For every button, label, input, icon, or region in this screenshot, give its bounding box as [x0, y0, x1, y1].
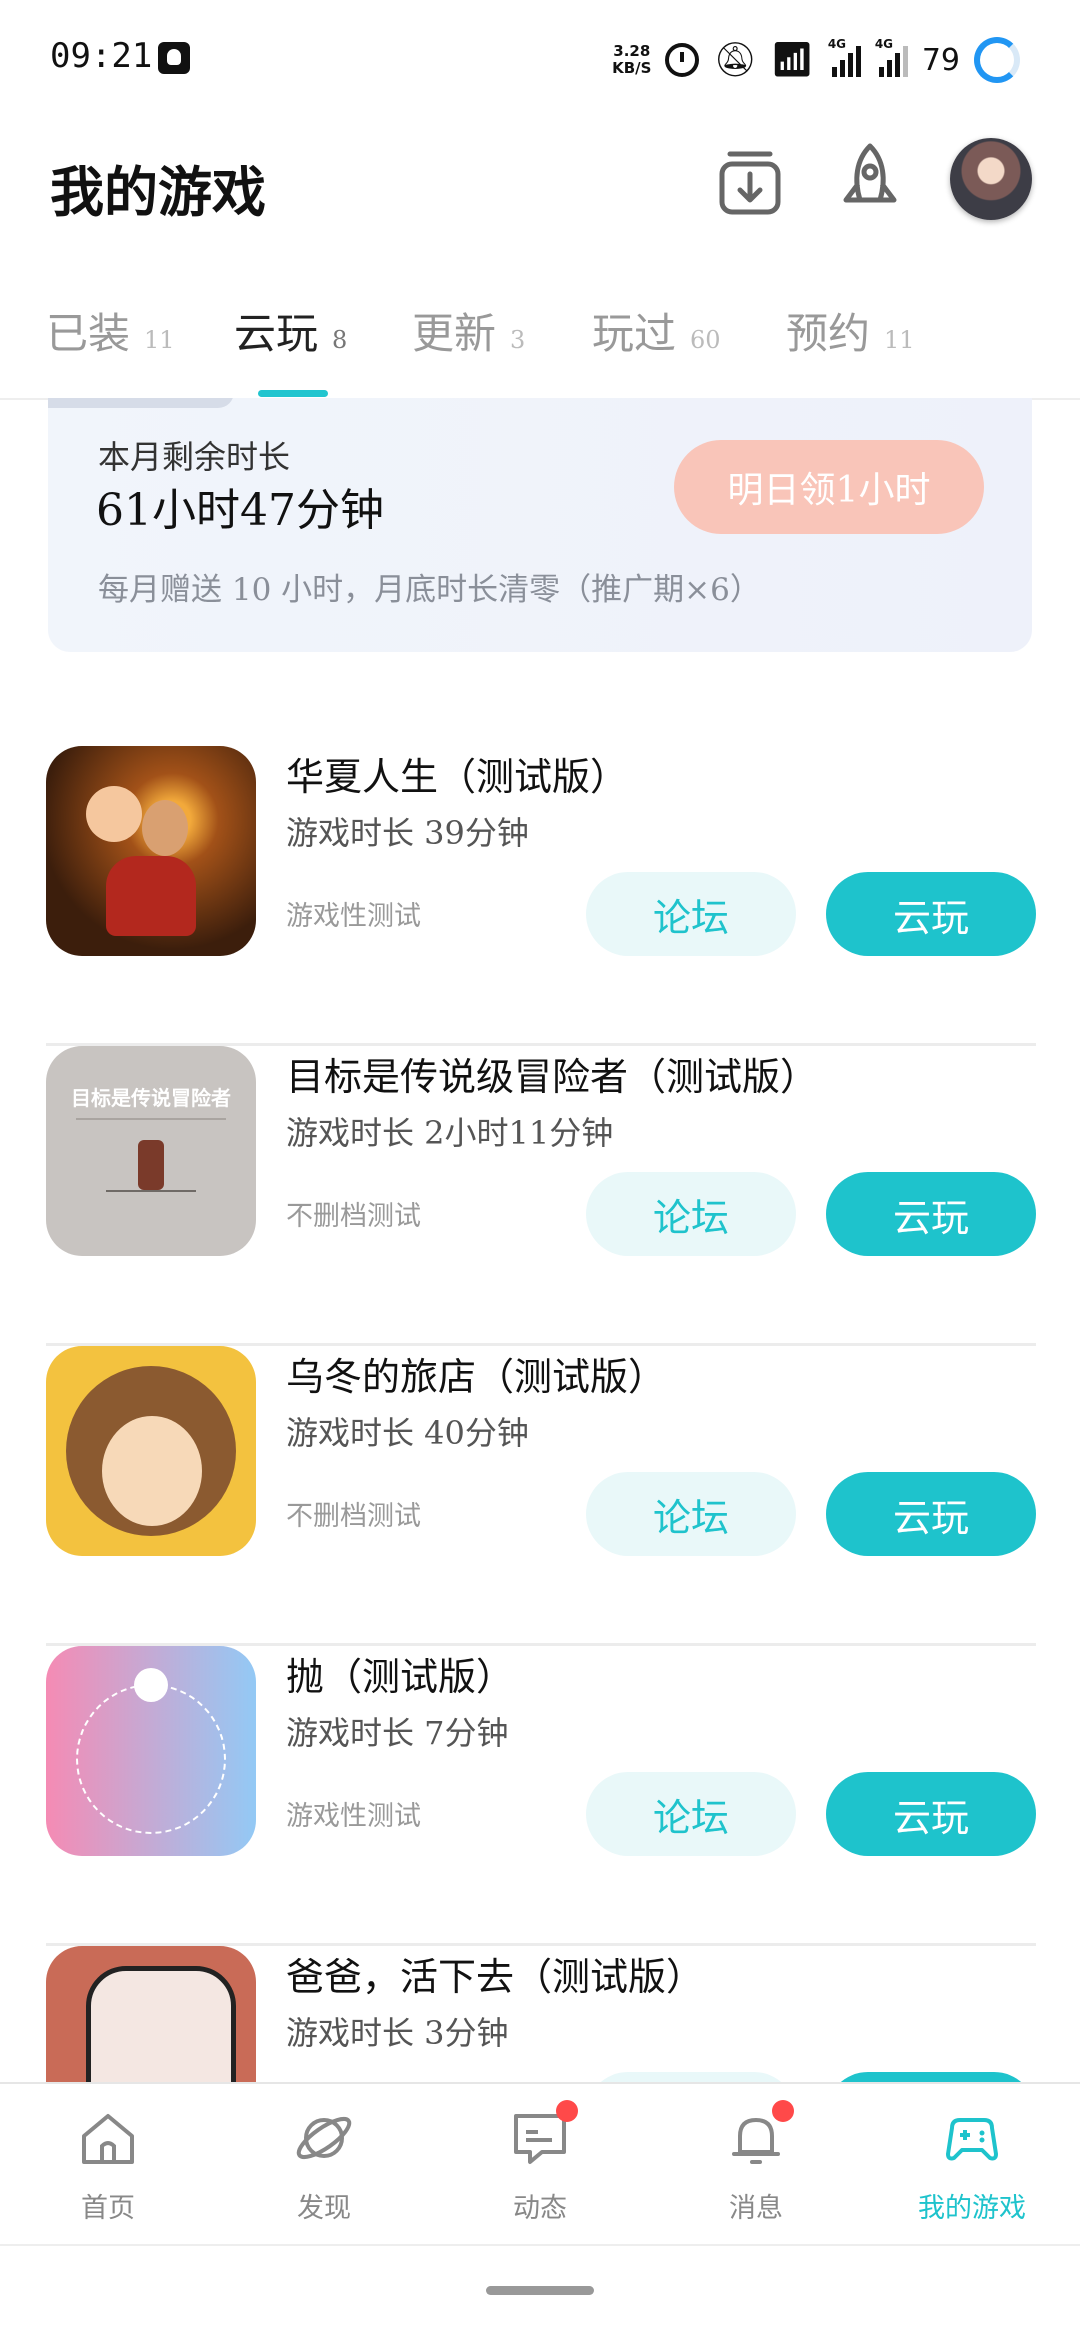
status-icons: 3.28 KB/S 🔕︎ 📶︎ 4G 4G 79	[612, 30, 1020, 90]
download-icon[interactable]	[710, 140, 790, 220]
nav-feed[interactable]: 动态	[460, 2100, 620, 2225]
network-speed-value: 3.28	[613, 42, 651, 60]
nav-my-games[interactable]: 我的游戏	[892, 2106, 1052, 2225]
tab-bar: 已装 11 云玩 8 更新 3 玩过 60 预约 11	[0, 290, 1080, 400]
signal-icon-2: 4G	[875, 37, 908, 77]
nav-home[interactable]: 首页	[28, 2106, 188, 2225]
tab-played[interactable]: 玩过 60	[592, 300, 721, 361]
tab-label: 预约	[786, 309, 871, 358]
game-list-item[interactable]: 乌冬的旅店（测试版） 游戏时长 40分钟 不删档测试 论坛 云玩	[46, 1346, 1036, 1646]
tab-count: 8	[332, 326, 348, 354]
card-badge	[48, 398, 234, 408]
cloud-play-button[interactable]: 云玩	[826, 872, 1036, 956]
game-list-item[interactable]: 目标是传说冒险者 目标是传说级冒险者（测试版） 游戏时长 2小时11分钟 不删档…	[46, 1046, 1036, 1346]
game-play-time: 游戏时长 7分钟	[286, 1714, 509, 1752]
mute-bell-icon: 🔕︎	[713, 40, 757, 80]
tab-label: 云玩	[234, 309, 319, 358]
tab-count: 11	[144, 326, 175, 354]
game-name: 乌冬的旅店（测试版）	[286, 1355, 667, 1399]
bottom-nav: 首页 发现 动态 消息 我的游戏	[0, 2082, 1080, 2246]
game-test-tag: 游戏性测试	[286, 1801, 421, 1832]
game-name: 抛（测试版）	[286, 1655, 515, 1699]
remaining-time-label: 本月剩余时长	[98, 438, 291, 476]
alarm-icon	[665, 43, 700, 77]
status-time: 09:21	[50, 36, 153, 76]
notification-dot	[772, 2100, 794, 2122]
game-name: 华夏人生（测试版）	[286, 755, 629, 799]
divider	[0, 2244, 1080, 2246]
forum-button[interactable]: 论坛	[586, 1472, 796, 1556]
tab-label: 更新	[412, 309, 497, 358]
tab-label: 玩过	[592, 309, 677, 358]
forum-button[interactable]: 论坛	[586, 872, 796, 956]
tab-count: 3	[510, 326, 526, 354]
battery-level: 79	[921, 42, 960, 78]
game-name: 爸爸，活下去（测试版）	[286, 1955, 705, 1999]
cloud-time-card: 本月剩余时长 61小时47分钟 明日领1小时 每月赠送 10 小时，月底时长清零…	[48, 398, 1032, 652]
avatar[interactable]	[950, 138, 1032, 220]
bell-icon	[724, 2100, 794, 2170]
forum-button[interactable]: 论坛	[586, 1172, 796, 1256]
tab-count: 11	[884, 326, 915, 354]
chat-icon	[508, 2100, 578, 2170]
home-indicator[interactable]	[486, 2286, 594, 2295]
nav-discover[interactable]: 发现	[244, 2106, 404, 2225]
claim-hour-button[interactable]: 明日领1小时	[674, 440, 984, 534]
game-list-item[interactable]: 华夏人生（测试版） 游戏时长 39分钟 游戏性测试 论坛 云玩	[46, 746, 1036, 1046]
wifi-icon: 📶︎	[770, 40, 814, 80]
nav-label: 我的游戏	[918, 2193, 1026, 2224]
game-list-item[interactable]: 抛（测试版） 游戏时长 7分钟 游戏性测试 论坛 云玩	[46, 1646, 1036, 1946]
page-title: 我的游戏	[50, 161, 266, 224]
nav-label: 发现	[297, 2193, 351, 2224]
tab-active-indicator	[258, 390, 328, 397]
cloud-play-button[interactable]: 云玩	[826, 1172, 1036, 1256]
gamepad-icon	[940, 2106, 1004, 2170]
notification-dot	[556, 2100, 578, 2122]
remaining-time-value: 61小时47分钟	[96, 485, 384, 536]
tab-installed[interactable]: 已装 11	[46, 300, 175, 361]
game-play-time: 游戏时长 3分钟	[286, 2014, 509, 2052]
tab-cloud-play[interactable]: 云玩 8	[234, 300, 347, 361]
network-speed: 3.28 KB/S	[612, 43, 651, 77]
tab-updates[interactable]: 更新 3	[412, 300, 525, 361]
quota-note: 每月赠送 10 小时，月底时长清零（推广期×6）	[98, 572, 761, 608]
network-speed-unit: KB/S	[612, 59, 652, 77]
tab-reserved[interactable]: 预约 11	[786, 300, 915, 361]
tab-count: 60	[690, 326, 721, 354]
game-name: 目标是传说级冒险者（测试版）	[286, 1055, 819, 1099]
cloud-play-button[interactable]: 云玩	[826, 1772, 1036, 1856]
game-icon[interactable]	[46, 1346, 256, 1556]
game-play-time: 游戏时长 2小时11分钟	[286, 1114, 614, 1152]
game-icon[interactable]: 目标是传说冒险者	[46, 1046, 256, 1256]
game-play-time: 游戏时长 39分钟	[286, 814, 529, 852]
signal-icon: 4G	[828, 37, 861, 77]
rocket-icon[interactable]	[830, 140, 910, 220]
game-icon[interactable]	[46, 1646, 256, 1856]
nav-label: 首页	[81, 2193, 135, 2224]
game-play-time: 游戏时长 40分钟	[286, 1414, 529, 1452]
nav-label: 动态	[513, 2193, 567, 2224]
signal-type-label-2: 4G	[874, 37, 894, 51]
game-icon[interactable]	[46, 746, 256, 956]
game-test-tag: 不删档测试	[286, 1501, 421, 1532]
battery-ring-icon	[974, 37, 1020, 83]
nav-label: 消息	[729, 2193, 783, 2224]
nav-messages[interactable]: 消息	[676, 2100, 836, 2225]
status-bar: 09:21 3.28 KB/S 🔕︎ 📶︎ 4G 4G 79	[0, 0, 1080, 120]
qq-notification-icon	[158, 42, 190, 74]
home-icon	[76, 2106, 140, 2170]
game-test-tag: 不删档测试	[286, 1201, 421, 1232]
planet-icon	[292, 2106, 356, 2170]
signal-type-label: 4G	[827, 37, 847, 51]
tab-label: 已装	[46, 309, 131, 358]
forum-button[interactable]: 论坛	[586, 1772, 796, 1856]
game-test-tag: 游戏性测试	[286, 901, 421, 932]
game-icon-text: 目标是传说冒险者	[71, 1086, 231, 1110]
cloud-play-button[interactable]: 云玩	[826, 1472, 1036, 1556]
